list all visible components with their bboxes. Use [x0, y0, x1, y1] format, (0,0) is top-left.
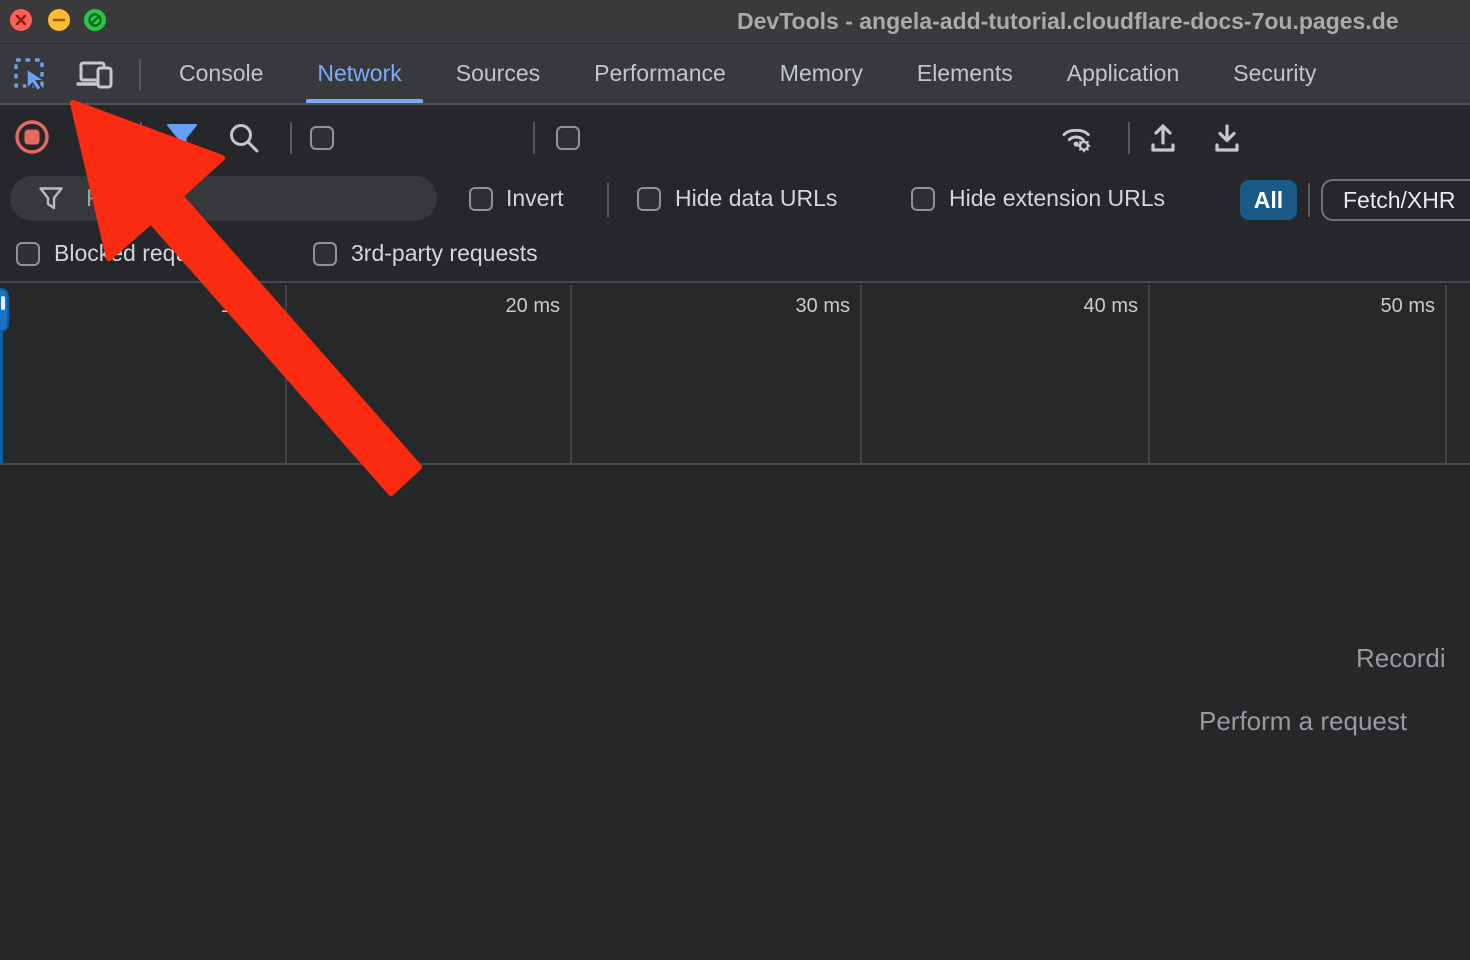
upload-icon: [1146, 120, 1180, 156]
export-har-button[interactable]: [1208, 120, 1246, 156]
inspect-element-button[interactable]: [12, 57, 50, 93]
clipped-tooltip-edge: [0, 332, 3, 463]
network-requests-panel[interactable]: Recordi Perform a request: [0, 467, 1470, 960]
toolbar-separator: [1128, 122, 1130, 154]
devtools-window: DevTools - angela-add-tutorial.cloudflar…: [0, 0, 1470, 960]
clear-icon: [79, 120, 113, 154]
device-toolbar-icon: [76, 57, 114, 93]
tab-network[interactable]: Network: [290, 44, 428, 103]
devtools-tabbar: Console Network Sources Performance Memo…: [0, 44, 1470, 105]
tab-memory[interactable]: Memory: [753, 44, 890, 103]
hide-extension-urls-label[interactable]: Hide extension URLs: [949, 185, 1165, 212]
hide-data-urls-label[interactable]: Hide data URLs: [675, 185, 837, 212]
toggle-device-toolbar-button[interactable]: [76, 57, 114, 93]
titlebar: DevTools - angela-add-tutorial.cloudflar…: [0, 0, 1470, 44]
clipped-tooltip-badge: [0, 288, 9, 332]
record-network-log-button[interactable]: [13, 119, 51, 155]
active-tab-underline: [306, 99, 422, 103]
empty-state-recording-text: Recordi: [1356, 643, 1446, 674]
request-type-filter-all[interactable]: All: [1240, 180, 1297, 220]
timeline-tick: 50 ms: [1381, 295, 1435, 318]
invert-label[interactable]: Invert: [506, 185, 564, 212]
request-type-filter-fetch-xhr[interactable]: Fetch/XHR: [1321, 179, 1470, 221]
network-overview-timeline[interactable]: 10 ms 20 ms 30 ms 40 ms 50 ms: [0, 285, 1470, 465]
tab-performance[interactable]: Performance: [567, 44, 753, 103]
tab-console[interactable]: Console: [152, 44, 290, 103]
clear-network-log-button[interactable]: [77, 119, 115, 155]
empty-state-perform-request-text: Perform a request: [1199, 706, 1407, 737]
funnel-icon: [165, 122, 199, 154]
close-icon: [10, 9, 32, 31]
preserve-log-checkbox[interactable]: [310, 126, 334, 150]
tabbar-separator: [139, 59, 141, 90]
funnel-outline-icon: [38, 186, 64, 211]
blocked-requests-checkbox[interactable]: [16, 242, 40, 266]
network-conditions-button[interactable]: [1058, 120, 1096, 156]
toolbar-separator: [290, 122, 292, 154]
no-zoom-icon: [84, 9, 106, 31]
search-icon: [227, 121, 261, 155]
toolbar-separator: [140, 122, 142, 154]
third-party-requests-checkbox[interactable]: [313, 242, 337, 266]
filter-placeholder: Filter: [86, 185, 139, 213]
window-title: DevTools - angela-add-tutorial.cloudflar…: [737, 8, 1399, 35]
network-options-row: Blocked requests 3rd-party requests: [0, 228, 1470, 283]
timeline-tick: 40 ms: [1084, 295, 1138, 318]
timeline-tick: 10 ms: [221, 295, 275, 318]
timeline-tick: 20 ms: [506, 295, 560, 318]
toolbar-separator: [533, 122, 535, 154]
disable-cache-checkbox[interactable]: [556, 126, 580, 150]
filter-separator: [607, 183, 609, 217]
third-party-requests-label[interactable]: 3rd-party requests: [351, 240, 538, 267]
gear-glyph: [1078, 140, 1089, 151]
blocked-requests-label[interactable]: Blocked requests: [54, 240, 230, 267]
hide-extension-urls-checkbox[interactable]: [911, 187, 935, 211]
zoom-window-button[interactable]: [84, 9, 106, 31]
hide-data-urls-checkbox[interactable]: [637, 187, 661, 211]
minimize-window-button[interactable]: [48, 9, 70, 31]
wifi-gear-icon: [1058, 120, 1096, 156]
search-network-button[interactable]: [225, 120, 263, 156]
filter-input[interactable]: Filter: [10, 176, 437, 221]
timeline-tick: 30 ms: [796, 295, 850, 318]
tab-elements[interactable]: Elements: [890, 44, 1040, 103]
tab-sources[interactable]: Sources: [429, 44, 567, 103]
network-toolbar: Preserve log Disable cache No throttling…: [0, 105, 1470, 171]
minimize-icon: [48, 9, 70, 31]
inspect-cursor-icon: [13, 57, 49, 93]
import-har-button[interactable]: [1144, 120, 1182, 156]
tab-security[interactable]: Security: [1206, 44, 1343, 103]
invert-checkbox[interactable]: [469, 187, 493, 211]
tab-application[interactable]: Application: [1040, 44, 1207, 103]
filter-toggle-button[interactable]: [163, 120, 201, 156]
panel-tabs: Console Network Sources Performance Memo…: [152, 44, 1343, 103]
network-filter-row: Filter Invert Hide data URLs Hide extens…: [0, 171, 1470, 228]
filter-separator: [1308, 183, 1310, 217]
close-window-button[interactable]: [10, 9, 32, 31]
record-stop-icon: [14, 119, 50, 155]
download-icon: [1210, 120, 1244, 156]
